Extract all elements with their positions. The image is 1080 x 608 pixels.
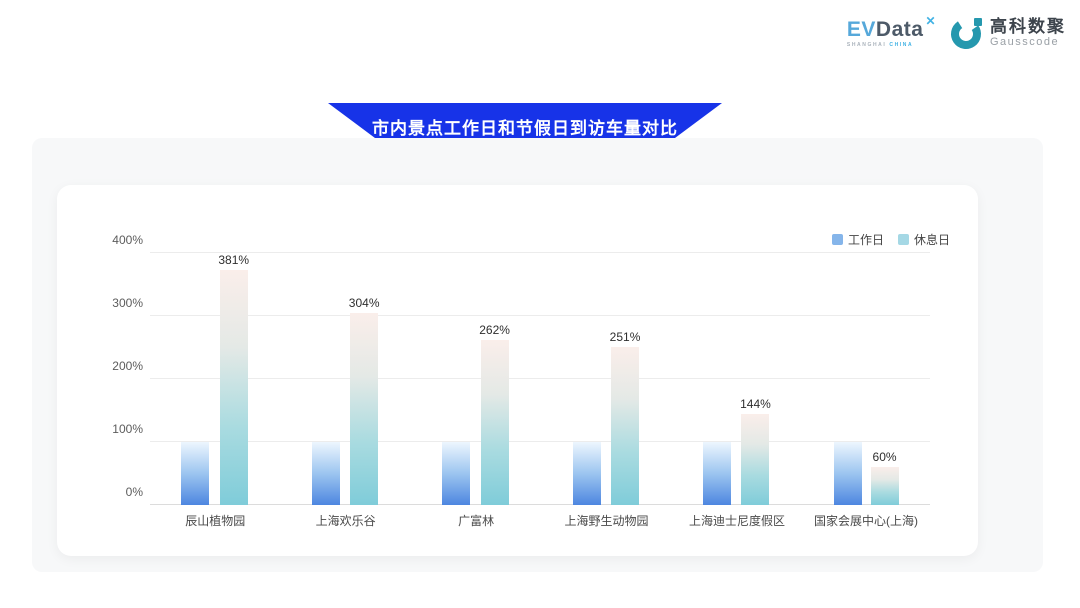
chart-card: 工作日休息日 0%100%200%300%400%381%辰山植物园304%上海… [57,185,978,556]
bar-工作日 [834,442,862,505]
bar-工作日 [181,442,209,505]
bar-工作日 [442,442,470,505]
bar-group: 251%上海野生动物园 [573,253,641,505]
bar-slot [834,253,862,505]
gridline [150,378,930,379]
bar-休息日 [481,340,509,505]
x-axis-category-label: 上海野生动物园 [565,512,649,529]
bar-slot: 251% [610,253,641,505]
bar-value-label: 251% [610,330,641,344]
bar-value-label: 262% [479,323,510,337]
evdata-wordmark: EVData✕ [847,19,936,40]
bar-休息日 [220,270,248,505]
bar-休息日 [350,313,378,505]
bar-value-label: 304% [349,296,380,310]
bar-value-label: 144% [740,397,771,411]
x-axis-category-label: 广富林 [458,512,494,529]
x-axis-category-label: 辰山植物园 [185,512,245,529]
gausscode-logo: 高科数聚 Gausscode [950,16,1066,50]
x-axis-category-label: 上海迪士尼度假区 [689,512,785,529]
bar-value-label: 60% [873,450,897,464]
bar-group: 304%上海欢乐谷 [312,253,380,505]
bar-slot: 60% [871,253,899,505]
y-axis-tick-label: 300% [93,296,143,310]
legend-swatch-icon [898,234,909,245]
bar-group: 381%辰山植物园 [181,253,249,505]
legend-label: 工作日 [848,231,884,248]
bar-value-label: 381% [218,253,249,267]
gausscode-en-name: Gausscode [990,36,1066,48]
evdata-data-text: Data [876,19,924,40]
bar-工作日 [312,442,340,505]
legend-item-工作日[interactable]: 工作日 [832,231,884,248]
chart-panel: 工作日休息日 0%100%200%300%400%381%辰山植物园304%上海… [32,138,1043,572]
y-axis-tick-label: 400% [93,233,143,247]
bar-group: 144%上海迪士尼度假区 [703,253,771,505]
bar-slot: 304% [349,253,380,505]
x-axis-category-label: 国家会展中心(上海) [814,512,918,529]
page: EVData✕ SHANGHAI CHINA 高科数聚 Gausscode 市内… [0,0,1080,608]
bar-slot [573,253,601,505]
gausscode-cn-name: 高科数聚 [990,18,1066,37]
legend-label: 休息日 [914,231,950,248]
gausscode-text: 高科数聚 Gausscode [990,18,1066,49]
gridline [150,441,930,442]
legend-swatch-icon [832,234,843,245]
bar-slot: 262% [479,253,510,505]
chart-legend: 工作日 休息日 [832,231,950,248]
bar-休息日 [611,347,639,505]
x-axis-category-label: 上海欢乐谷 [316,512,376,529]
y-axis-tick-label: 200% [93,359,143,373]
gridline [150,504,930,505]
gausscode-g-ring-icon [950,16,984,50]
y-axis-tick-label: 0% [93,485,143,499]
evdata-logo: EVData✕ SHANGHAI CHINA [847,19,936,48]
bar-slot: 381% [218,253,249,505]
bar-slot [312,253,340,505]
plot-area: 0%100%200%300%400%381%辰山植物园304%上海欢乐谷262%… [150,253,930,505]
gridline [150,315,930,316]
bar-工作日 [573,442,601,505]
y-axis-tick-label: 100% [93,422,143,436]
bar-slot [442,253,470,505]
evdata-subtext: SHANGHAI CHINA [847,43,936,48]
bar-group: 60%国家会展中心(上海) [834,253,899,505]
bar-slot [181,253,209,505]
bar-slot: 144% [740,253,771,505]
bar-休息日 [871,467,899,505]
legend-item-休息日[interactable]: 休息日 [898,231,950,248]
bar-工作日 [703,442,731,505]
evdata-x-icon: ✕ [925,15,936,27]
bar-slot [703,253,731,505]
gridline [150,252,930,253]
header-logos: EVData✕ SHANGHAI CHINA 高科数聚 Gausscode [847,16,1066,50]
bar-休息日 [741,414,769,505]
section-title: 市内景点工作日和节假日到访车量对比 [372,112,678,139]
evdata-ev-text: EV [847,19,876,40]
bar-group: 262%广富林 [442,253,510,505]
